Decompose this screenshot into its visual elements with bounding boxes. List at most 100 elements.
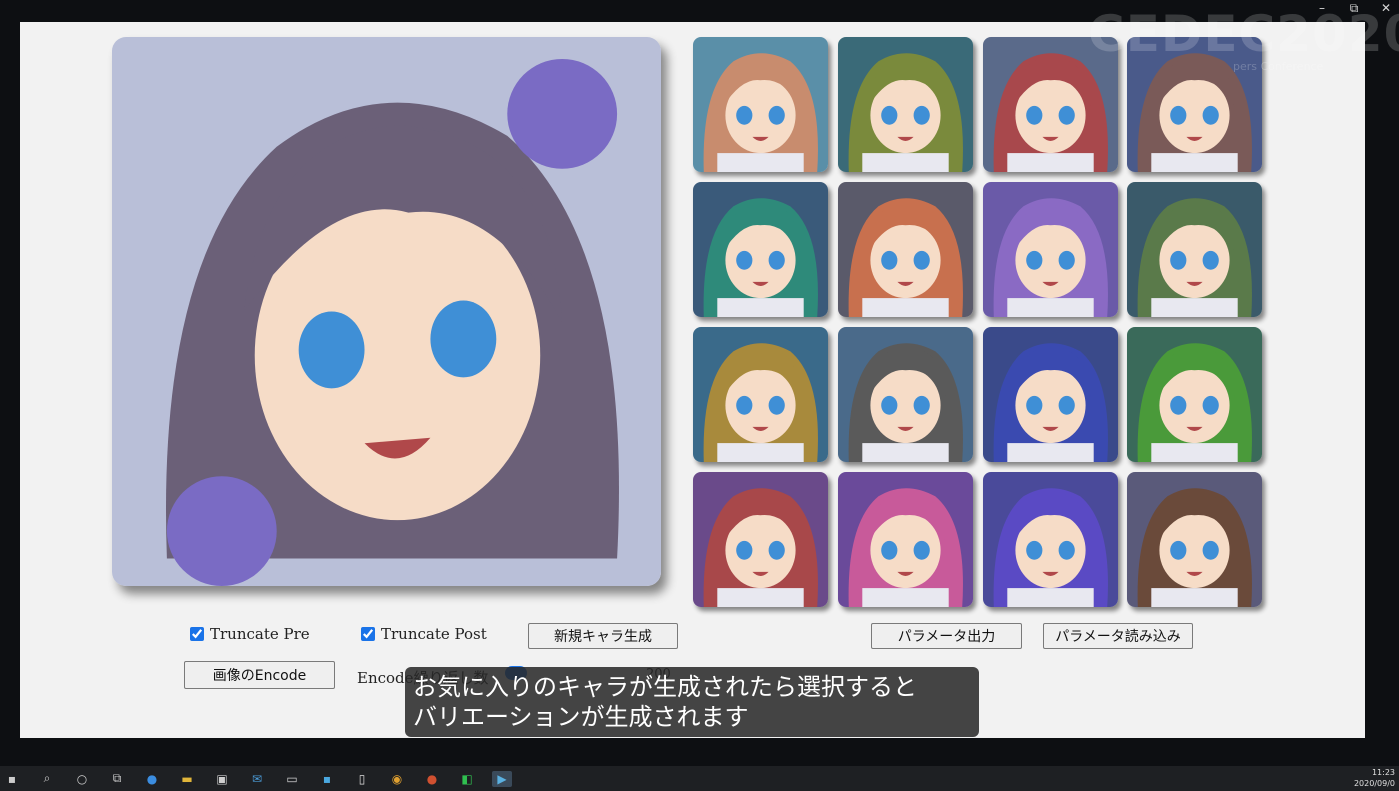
thumb-eye-left	[736, 395, 753, 415]
thumb-outfit	[717, 153, 804, 172]
thumb-eye-right	[768, 250, 785, 270]
thumb-outfit	[1151, 298, 1238, 317]
variation-thumbnail[interactable]	[1127, 37, 1262, 172]
thumb-eye-right	[1202, 395, 1219, 415]
variation-thumbnail[interactable]	[838, 37, 973, 172]
thumb-eye-right	[1058, 105, 1075, 125]
new-character-button[interactable]: 新規キャラ生成	[528, 623, 678, 649]
task-view-icon[interactable]: ⧉	[107, 771, 127, 787]
close-icon[interactable]: ✕	[1379, 0, 1393, 18]
thumbnail-portrait-svg	[838, 472, 973, 607]
variation-thumbnail[interactable]	[838, 327, 973, 462]
caption-line-1: お気に入りのキャラが生成されたら選択すると	[413, 673, 917, 701]
variation-thumbnail[interactable]	[983, 37, 1118, 172]
variation-thumbnail[interactable]	[983, 327, 1118, 462]
thumbnail-portrait-svg	[838, 327, 973, 462]
window-controls: – ⧉ ✕	[1315, 0, 1393, 18]
thumb-eye-left	[1026, 540, 1043, 560]
thumb-eye-right	[913, 395, 930, 415]
thumbnail-portrait-svg	[983, 37, 1118, 172]
thumb-eye-left	[881, 105, 898, 125]
truncate-pre-checkbox[interactable]	[190, 627, 204, 641]
thumb-outfit	[862, 298, 949, 317]
thumbnail-portrait-svg	[838, 37, 973, 172]
taskbar: ▪ ⌕ ○ ⧉ ● ▬ ▣ ✉ ▭ ▪ ▯ ◉ ● ◧ ▶ 11:23 2020…	[0, 766, 1399, 791]
thumb-eye-right	[1202, 540, 1219, 560]
minimize-icon[interactable]: –	[1315, 0, 1329, 18]
thumb-eye-left	[1026, 105, 1043, 125]
thumbnail-portrait-svg	[983, 182, 1118, 317]
param-load-button[interactable]: パラメータ読み込み	[1043, 623, 1193, 649]
thumbnail-portrait-svg	[1127, 327, 1262, 462]
thumb-eye-left	[881, 540, 898, 560]
cortana-icon[interactable]: ○	[72, 771, 92, 787]
thumbnail-portrait-svg	[838, 182, 973, 317]
thumb-eye-right	[768, 395, 785, 415]
thumb-outfit	[717, 443, 804, 462]
variation-thumbnail[interactable]	[838, 182, 973, 317]
search-icon[interactable]: ⌕	[37, 771, 57, 787]
thumb-outfit	[717, 588, 804, 607]
taskbar-clock[interactable]: 11:23 2020/09/0	[1354, 767, 1395, 789]
encode-image-button[interactable]: 画像のEncode	[184, 661, 335, 689]
app-icon[interactable]: ▭	[282, 771, 302, 787]
powerpoint-icon[interactable]: ●	[422, 771, 442, 787]
variation-thumbnail[interactable]	[983, 182, 1118, 317]
param-output-button[interactable]: パラメータ出力	[871, 623, 1022, 649]
clock-time: 11:23	[1371, 768, 1395, 777]
media-player-icon[interactable]: ▶	[492, 770, 512, 787]
thumb-outfit	[1151, 443, 1238, 462]
thumbnail-portrait-svg	[693, 37, 828, 172]
variation-thumbnail[interactable]	[1127, 472, 1262, 607]
thumbnail-portrait-svg	[1127, 37, 1262, 172]
subtitle-caption: お気に入りのキャラが生成されたら選択すると バリエーションが生成されます	[405, 667, 979, 737]
thumb-eye-right	[1202, 250, 1219, 270]
thumb-eye-right	[1058, 540, 1075, 560]
thumb-eye-right	[1058, 250, 1075, 270]
variation-thumbnail[interactable]	[693, 327, 828, 462]
thumbnail-portrait-svg	[1127, 472, 1262, 607]
main-character-image[interactable]	[112, 37, 661, 586]
store-icon[interactable]: ▣	[212, 771, 232, 787]
mail-icon[interactable]: ✉	[247, 771, 267, 787]
thumb-outfit	[1007, 298, 1094, 317]
variation-thumbnail[interactable]	[693, 472, 828, 607]
variation-thumbnail[interactable]	[1127, 327, 1262, 462]
variation-thumbnail[interactable]	[983, 472, 1118, 607]
thumb-outfit	[1007, 443, 1094, 462]
variation-thumbnail[interactable]	[693, 37, 828, 172]
thumbnail-portrait-svg	[693, 182, 828, 317]
restore-icon[interactable]: ⧉	[1347, 0, 1361, 18]
portrait-eye-left	[298, 311, 365, 389]
thumb-eye-right	[913, 105, 930, 125]
thumb-eye-right	[1202, 105, 1219, 125]
thumb-eye-left	[1170, 395, 1187, 415]
document-icon[interactable]: ▯	[352, 771, 372, 787]
variation-thumbnail[interactable]	[838, 472, 973, 607]
thumb-eye-left	[881, 250, 898, 270]
portrait-ornament-2	[166, 476, 277, 586]
thumb-eye-right	[768, 105, 785, 125]
variation-thumbnail[interactable]	[693, 182, 828, 317]
thumbnail-portrait-svg	[693, 472, 828, 607]
start-icon[interactable]: ▪	[2, 771, 22, 787]
truncate-post-checkbox-group[interactable]: Truncate Post	[361, 625, 487, 643]
thumb-eye-left	[1170, 250, 1187, 270]
thumb-eye-right	[913, 250, 930, 270]
truncate-post-checkbox[interactable]	[361, 627, 375, 641]
thumb-outfit	[1151, 588, 1238, 607]
thumbnail-portrait-svg	[693, 327, 828, 462]
edge-icon[interactable]: ●	[142, 771, 162, 787]
file-explorer-icon[interactable]: ▬	[177, 771, 197, 787]
thumb-eye-left	[881, 395, 898, 415]
thumbnail-portrait-svg	[983, 327, 1118, 462]
thumb-outfit	[862, 443, 949, 462]
chrome-icon[interactable]: ◉	[387, 771, 407, 787]
clock-date: 2020/09/0	[1353, 779, 1395, 788]
camtasia-icon[interactable]: ◧	[457, 771, 477, 787]
photoshop-icon[interactable]: ▪	[317, 771, 337, 787]
thumb-eye-left	[1170, 540, 1187, 560]
truncate-pre-checkbox-group[interactable]: Truncate Pre	[190, 625, 310, 643]
variation-thumbnail[interactable]	[1127, 182, 1262, 317]
main-portrait-svg	[112, 37, 661, 586]
